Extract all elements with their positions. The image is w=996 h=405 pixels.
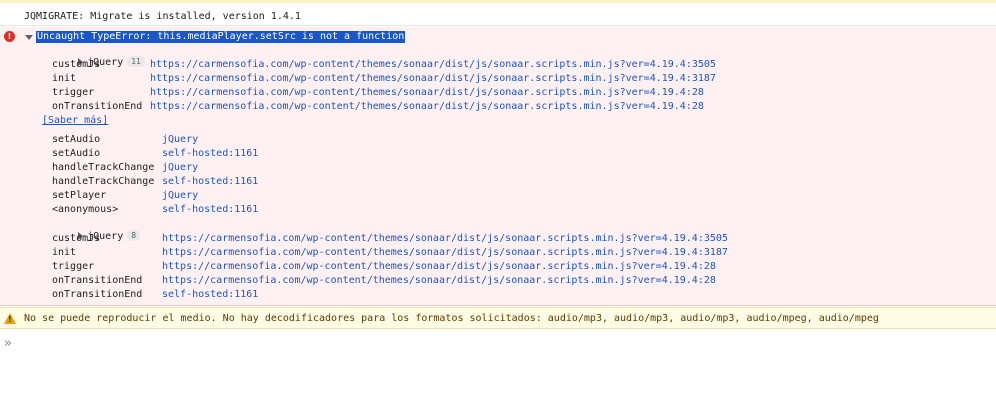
stack-frame: trigger https://carmensofia.com/wp-conten…: [52, 86, 952, 100]
stack-frame: init https://carmensofia.com/wp-content/t…: [52, 72, 952, 86]
frame-source-link[interactable]: jQuery: [162, 189, 198, 203]
stack-frame: handleTrackChange self-hosted:1161: [52, 175, 952, 189]
console-error-message[interactable]: ! Uncaught TypeError: this.mediaPlayer.s…: [0, 27, 996, 306]
stack-frame: setAudio self-hosted:1161: [52, 147, 952, 161]
frame-source-link[interactable]: https://carmensofia.com/wp-content/theme…: [162, 260, 716, 274]
frame-function-name: customJs: [52, 233, 101, 244]
frame-source-link[interactable]: https://carmensofia.com/wp-content/theme…: [162, 232, 728, 246]
frame-source-link[interactable]: https://carmensofia.com/wp-content/theme…: [162, 246, 728, 260]
stack-frame: trigger https://carmensofia.com/wp-conten…: [52, 260, 952, 274]
frame-source-link[interactable]: https://carmensofia.com/wp-content/theme…: [150, 58, 716, 72]
stack-frame: customJs https://carmensofia.com/wp-conte…: [52, 58, 952, 72]
warning-triangle-icon: !: [4, 313, 16, 324]
frame-function-name: trigger: [52, 87, 95, 98]
frame-function-name: trigger: [52, 261, 95, 272]
error-circle-icon: !: [4, 31, 15, 42]
frame-source-link[interactable]: jQuery: [162, 161, 198, 175]
log-text: JQMIGRATE: Migrate is installed, version…: [24, 11, 301, 22]
frame-source-link[interactable]: https://carmensofia.com/wp-content/theme…: [150, 86, 704, 100]
frame-source-link[interactable]: self-hosted:1161: [162, 175, 258, 189]
frame-function-name: onTransitionEnd: [52, 101, 143, 112]
frame-source-link[interactable]: https://carmensofia.com/wp-content/theme…: [150, 72, 716, 86]
learn-more-link[interactable]: [Saber más]: [42, 115, 108, 126]
stack-frame: setAudio jQuery: [52, 133, 952, 147]
console-log-message[interactable]: JQMIGRATE: Migrate is installed, version…: [0, 8, 996, 26]
frame-source-link[interactable]: self-hosted:1161: [162, 288, 258, 302]
stack-frame: customJs https://carmensofia.com/wp-conte…: [52, 232, 952, 246]
frame-function-name: init: [52, 73, 77, 84]
frame-function-name: customJs: [52, 59, 101, 70]
collapse-triangle-icon[interactable]: [25, 35, 33, 40]
frame-source-link[interactable]: https://carmensofia.com/wp-content/theme…: [150, 100, 704, 114]
stack-frame: onTransitionEnd self-hosted:1161: [52, 288, 952, 302]
stack-frame: onTransitionEnd https://carmensofia.com/w…: [52, 274, 952, 288]
frame-source-link[interactable]: https://carmensofia.com/wp-content/theme…: [162, 274, 716, 288]
frame-function-name: onTransitionEnd: [52, 289, 143, 300]
stack-frame: handleTrackChange jQuery: [52, 161, 952, 175]
top-border: [0, 0, 996, 3]
frame-function-name: <anonymous>: [52, 204, 119, 215]
frame-function-name: init: [52, 247, 77, 258]
frame-function-name: setPlayer: [52, 190, 107, 201]
error-text[interactable]: Uncaught TypeError: this.mediaPlayer.set…: [36, 31, 406, 43]
frame-source-link[interactable]: self-hosted:1161: [162, 203, 258, 217]
frame-function-name: setAudio: [52, 134, 101, 145]
stack-frame: init https://carmensofia.com/wp-content/t…: [52, 246, 952, 260]
frame-function-name: onTransitionEnd: [52, 275, 143, 286]
frame-source-link[interactable]: self-hosted:1161: [162, 147, 258, 161]
console-warning-message[interactable]: ! No se puede reproducir el medio. No ha…: [0, 307, 996, 329]
stack-frame: onTransitionEnd https://carmensofia.com/w…: [52, 100, 952, 114]
frame-function-name: handleTrackChange: [52, 176, 155, 187]
frame-function-name: setAudio: [52, 148, 101, 159]
stack-frame: setPlayer jQuery: [52, 189, 952, 203]
frame-function-name: handleTrackChange: [52, 162, 155, 173]
frame-source-link[interactable]: jQuery: [162, 133, 198, 147]
stack-frame: <anonymous> self-hosted:1161: [52, 203, 952, 217]
warning-text: No se puede reproducir el medio. No hay …: [24, 313, 879, 324]
console-prompt-chevron-icon[interactable]: »: [4, 336, 12, 351]
